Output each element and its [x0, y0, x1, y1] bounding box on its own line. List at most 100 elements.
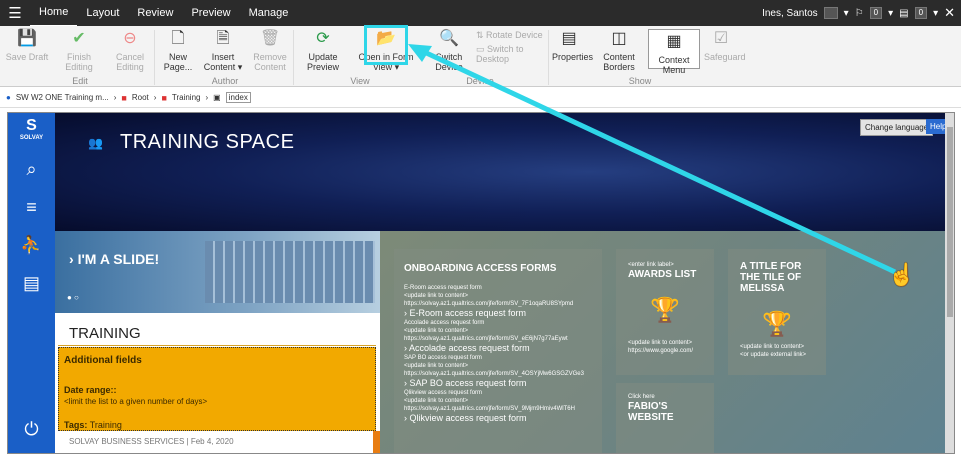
new-page-button[interactable]: 🗋 New Page...: [160, 29, 196, 72]
cancel-editing-button[interactable]: ⊖ Cancel Editing: [112, 29, 148, 72]
safeguard-button[interactable]: ☑ Safeguard: [704, 29, 746, 62]
group-label-device: Device: [466, 76, 494, 86]
power-icon[interactable]: ⏻: [8, 419, 55, 440]
breadcrumb-training[interactable]: Training: [172, 93, 201, 102]
page-title: TRAINING SPACE: [120, 131, 295, 153]
solvay-logo[interactable]: S SOLVAY: [8, 117, 55, 141]
close-icon[interactable]: ✕: [944, 5, 955, 21]
notification-count[interactable]: 0: [869, 7, 883, 19]
trophy-icon: 🏆: [650, 297, 680, 324]
switch-to-desktop-button[interactable]: ▭ Switch to Desktop: [476, 44, 548, 64]
switch-device-button[interactable]: 🔍 Switch Device: [428, 29, 470, 72]
trophy-icon: 🏆: [762, 311, 792, 338]
new-page-icon: 🗋: [171, 30, 185, 47]
group-separator: [548, 30, 549, 85]
accolade-link[interactable]: › Accolade access request form: [404, 343, 592, 354]
check-icon: ✔: [72, 30, 86, 47]
search-icon[interactable]: ⌕: [8, 159, 55, 180]
breadcrumb-root[interactable]: Root: [132, 93, 149, 102]
scrollbar-thumb[interactable]: [947, 127, 953, 317]
device-icon: 🔍: [439, 30, 459, 47]
hero-banner: 👥 TRAINING SPACE Change language Help: [55, 113, 951, 231]
safeguard-icon: ☑: [713, 30, 729, 47]
chevron-right-icon: ›: [205, 93, 209, 102]
save-draft-button[interactable]: 💾 Save Draft: [4, 29, 50, 62]
document-icon[interactable]: ▤: [899, 8, 908, 19]
chevron-down-icon[interactable]: ▾: [933, 8, 938, 19]
news-icon[interactable]: ▤: [8, 273, 55, 294]
awards-card[interactable]: <enter link label> AWARDS LIST 🏆 <update…: [616, 249, 714, 375]
melissa-card[interactable]: A TITLE FOR THE TILE OF MELISSA 🏆 <updat…: [728, 249, 826, 375]
eroom-link[interactable]: › E-Room access request form: [404, 308, 592, 319]
content-borders-button[interactable]: ◫ Content Borders: [592, 29, 646, 72]
hand-cursor-icon: ☝: [888, 262, 916, 287]
cancel-icon: ⊖: [123, 30, 137, 47]
group-label-view: View: [350, 76, 370, 86]
tab-manage[interactable]: Manage: [240, 0, 298, 26]
properties-icon: ▤: [561, 30, 577, 47]
user-avatar[interactable]: [823, 7, 838, 19]
people-icon: 👥: [88, 136, 103, 150]
desktop-icon: ▭: [476, 44, 488, 54]
menu-icon[interactable]: ≡: [8, 197, 55, 218]
additional-fields-label: Additional fields: [64, 355, 142, 366]
highlight-box: [364, 25, 408, 65]
chevron-down-icon[interactable]: ▾: [888, 8, 893, 19]
divider: [58, 345, 376, 346]
task-count[interactable]: 0: [914, 7, 928, 19]
page-preview: S SOLVAY ⌕ ≡ ⛹ ▤ ⏻ 👥 TRAINING SPACE Chang…: [7, 112, 955, 454]
group-label-edit: Edit: [72, 76, 88, 86]
update-preview-button[interactable]: ⟳ Update Preview: [296, 29, 350, 72]
insert-content-button[interactable]: 🗎 Insert Content ▾: [200, 29, 246, 72]
folder-icon: ■: [121, 92, 127, 103]
rotate-device-button[interactable]: ⇅ Rotate Device: [476, 30, 548, 40]
borders-icon: ◫: [611, 30, 627, 47]
chevron-right-icon: ›: [153, 93, 157, 102]
ribbon-toolbar: 💾 Save Draft ✔ Finish Editing ⊖ Cancel Edit…: [0, 26, 961, 87]
training-title: TRAINING: [69, 325, 141, 342]
change-language-button[interactable]: Change language: [860, 119, 934, 136]
tags-line: Tags: Training: [64, 420, 122, 430]
sapbo-link[interactable]: › SAP BO access request form: [404, 378, 592, 389]
chevron-down-icon[interactable]: ▾: [844, 8, 849, 19]
building-image: [205, 241, 375, 303]
insert-content-icon: 🗎: [216, 30, 230, 47]
tab-review[interactable]: Review: [128, 0, 182, 26]
accent-bar: [373, 431, 380, 453]
flag-icon[interactable]: ⚐: [855, 8, 864, 19]
page-icon: ▣: [213, 93, 221, 102]
folder-icon: ■: [161, 92, 167, 103]
onboarding-card[interactable]: ONBOARDING ACCESS FORMS E-Room access re…: [394, 249, 602, 453]
breadcrumb-site[interactable]: SW W2 ONE Training m...: [16, 93, 109, 102]
additional-fields-box[interactable]: Additional fields Date range:: <limit th…: [58, 347, 376, 431]
rotate-icon: ⇅: [476, 30, 487, 40]
links-panel: ONBOARDING ACCESS FORMS E-Room access re…: [380, 231, 945, 453]
breadcrumb-index[interactable]: index: [225, 92, 251, 103]
save-icon: 💾: [17, 30, 37, 47]
properties-button[interactable]: ▤ Properties: [552, 29, 593, 62]
tab-layout[interactable]: Layout: [77, 0, 128, 26]
training-teaser: TRAINING Additional fields Date range:: …: [55, 313, 380, 453]
context-menu-icon: ▦: [666, 33, 682, 50]
slider[interactable]: › I'M A SLIDE! ● ○: [55, 231, 380, 313]
tab-preview[interactable]: Preview: [182, 0, 239, 26]
scrollbar[interactable]: [945, 113, 954, 453]
finish-editing-button[interactable]: ✔ Finish Editing: [56, 29, 102, 72]
breadcrumb: ● SW W2 ONE Training m... › ■ Root › ■ T…: [0, 88, 961, 108]
user-name[interactable]: Ines, Santos: [762, 8, 818, 19]
slide-label: › I'M A SLIDE!: [69, 251, 160, 267]
hamburger-icon[interactable]: ☰: [0, 4, 30, 22]
group-label-author: Author: [211, 76, 239, 86]
refresh-icon: ⟳: [316, 30, 330, 47]
tab-home[interactable]: Home: [30, 0, 78, 27]
fabio-card[interactable]: Click here FABIO'S WEBSITE: [616, 383, 714, 453]
qlikview-link[interactable]: › Qlikview access request form: [404, 413, 592, 424]
trash-icon: 🗑: [260, 30, 281, 47]
context-menu-button[interactable]: ▦ Context Menu: [648, 29, 700, 75]
group-separator: [154, 30, 155, 85]
person-icon[interactable]: ⛹: [8, 235, 55, 256]
date-range-label: Date range::: [64, 385, 117, 395]
remove-content-button[interactable]: 🗑 Remove Content: [250, 29, 290, 72]
group-separator: [293, 30, 294, 85]
slider-dots[interactable]: ● ○: [67, 293, 79, 302]
